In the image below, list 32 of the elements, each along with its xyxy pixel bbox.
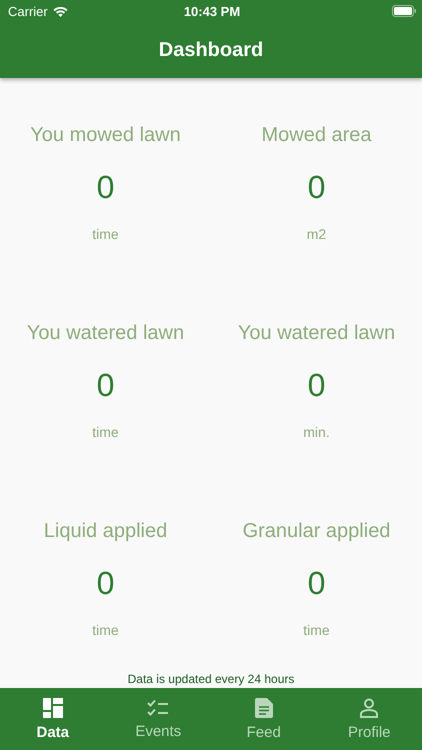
header-title: Dashboard: [158, 38, 264, 62]
document-icon: [254, 698, 273, 718]
wifi-icon: [52, 6, 68, 16]
stat-unit: time: [92, 424, 119, 440]
stat-title: Granular applied: [242, 520, 390, 543]
checklist-icon: [147, 698, 170, 716]
stat-title: You mowed lawn: [30, 124, 181, 147]
stat-unit: time: [303, 622, 330, 638]
stat-title: Mowed area: [261, 124, 372, 147]
stat-unit: time: [92, 226, 119, 242]
tab[interactable]: Profile: [316, 688, 422, 750]
stat-unit: time: [92, 622, 119, 638]
stat-title: You watered lawn: [26, 322, 184, 345]
tab[interactable]: Feed: [211, 688, 316, 750]
stat-value: 0: [96, 367, 114, 404]
stat-unit: min.: [303, 424, 330, 440]
stat-value: 0: [96, 565, 114, 602]
status-time: 10:43 PM: [184, 4, 240, 18]
battery-icon: [392, 5, 416, 17]
stat-value: 0: [96, 169, 114, 206]
person-icon: [359, 698, 380, 718]
stat-title: You watered lawn: [238, 322, 396, 345]
grid-icon: [42, 698, 63, 718]
tab[interactable]: Events: [106, 688, 211, 750]
stat-unit: m2: [306, 226, 326, 242]
stat-value: 0: [308, 169, 326, 206]
carrier-label: Carrier: [8, 4, 48, 18]
update-note: Data is updated every 24 hours: [126, 672, 296, 688]
stat-title: Liquid applied: [44, 520, 168, 543]
stat-value: 0: [308, 565, 326, 602]
stat-value: 0: [308, 367, 326, 404]
tab[interactable]: Data: [0, 688, 106, 750]
